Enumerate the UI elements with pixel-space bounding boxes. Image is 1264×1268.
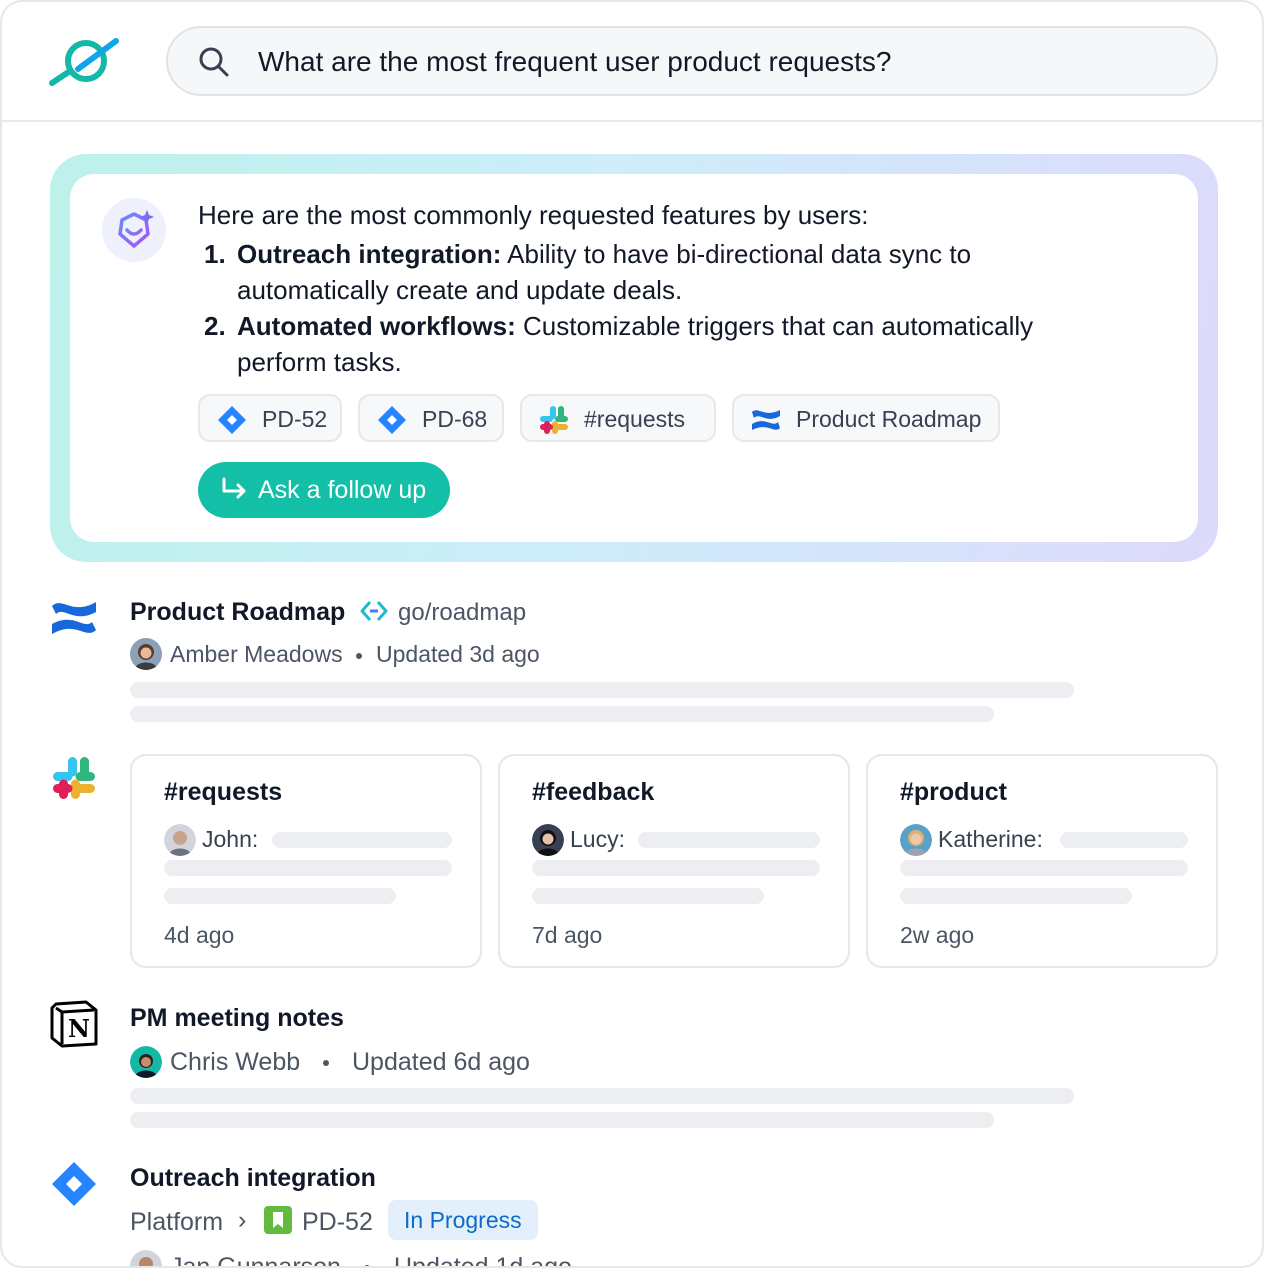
slack-channel-card-feedback[interactable]: #feedback Lucy: 7d ago bbox=[498, 754, 850, 968]
author-name: Chris Webb bbox=[170, 1048, 301, 1076]
message-time: 2w ago bbox=[900, 922, 975, 948]
message-author: Katherine: bbox=[938, 826, 1043, 852]
chip-label: Product Roadmap bbox=[796, 406, 982, 432]
item-title: Automated workflows: bbox=[237, 311, 516, 341]
ai-answer-intro: Here are the most commonly requested fea… bbox=[198, 200, 869, 230]
status-label: In Progress bbox=[404, 1207, 522, 1233]
updated-time: Updated 6d ago bbox=[352, 1048, 530, 1076]
ai-answer-panel: Here are the most commonly requested fea… bbox=[50, 154, 1218, 562]
message-placeholder bbox=[532, 860, 820, 876]
result-title-jira[interactable]: Outreach integration bbox=[130, 1164, 376, 1193]
search-input[interactable]: What are the most frequent user product … bbox=[258, 46, 891, 78]
message-placeholder bbox=[1060, 832, 1188, 848]
item-text: Customizable triggers that can automatic… bbox=[515, 311, 1034, 341]
ticket-id[interactable]: PD-52 bbox=[302, 1208, 373, 1237]
message-placeholder bbox=[164, 860, 452, 876]
source-chip-pd-68[interactable]: PD-68 bbox=[358, 394, 504, 442]
avatar bbox=[900, 824, 932, 856]
app-logo-icon[interactable] bbox=[48, 35, 120, 87]
channel-name: #product bbox=[900, 778, 1007, 806]
message-placeholder bbox=[900, 860, 1188, 876]
message-time: 7d ago bbox=[532, 922, 603, 948]
reply-arrow-icon bbox=[222, 477, 246, 499]
ask-follow-up-button[interactable]: Ask a follow up bbox=[198, 462, 450, 518]
golink-icon bbox=[360, 601, 388, 621]
chip-label: #requests bbox=[584, 406, 686, 432]
result-title-notes[interactable]: PM meeting notes bbox=[130, 1004, 344, 1033]
ai-answer-item: 1. Outreach integration: Ability to have … bbox=[198, 236, 1118, 308]
source-chip-product-roadmap[interactable]: Product Roadmap bbox=[732, 394, 1000, 442]
item-number: 2. bbox=[204, 311, 226, 341]
story-icon bbox=[264, 1206, 292, 1234]
slack-icon bbox=[53, 757, 95, 799]
message-time: 4d ago bbox=[164, 922, 235, 948]
app-window: What are the most frequent user product … bbox=[0, 0, 1264, 1268]
message-placeholder bbox=[900, 888, 1132, 904]
status-badge: In Progress bbox=[388, 1200, 538, 1240]
message-author: Lucy: bbox=[570, 826, 625, 852]
sparkle-heart-icon bbox=[118, 210, 154, 248]
avatar bbox=[164, 824, 196, 856]
item-title: Outreach integration: bbox=[237, 239, 502, 269]
meta-separator bbox=[323, 1060, 329, 1066]
item-text-continued: automatically create and update deals. bbox=[237, 275, 683, 305]
author-name: Jan Gunnarson bbox=[170, 1253, 341, 1268]
slack-icon bbox=[540, 406, 568, 434]
follow-up-label: Ask a follow up bbox=[258, 476, 427, 504]
header: What are the most frequent user product … bbox=[2, 2, 1262, 122]
confluence-icon bbox=[52, 602, 96, 634]
updated-time: Updated 3d ago bbox=[376, 641, 540, 667]
breadcrumb-separator: › bbox=[238, 1206, 247, 1234]
avatar bbox=[130, 1046, 162, 1078]
message-author: John: bbox=[202, 826, 259, 852]
source-chip-requests[interactable]: #requests bbox=[520, 394, 716, 442]
confluence-icon bbox=[752, 410, 780, 430]
ai-answer-item: 2. Automated workflows: Customizable trig… bbox=[198, 308, 1118, 380]
author-name: Amber Meadows bbox=[170, 641, 343, 667]
chip-label: PD-68 bbox=[422, 406, 488, 432]
avatar bbox=[532, 824, 564, 856]
item-text-continued: perform tasks. bbox=[237, 347, 402, 377]
content-placeholder bbox=[130, 1088, 1074, 1104]
content-placeholder bbox=[130, 682, 1074, 698]
channel-name: #requests bbox=[164, 778, 283, 806]
jira-icon bbox=[218, 406, 246, 434]
breadcrumb-project[interactable]: Platform bbox=[130, 1208, 223, 1237]
item-text: Ability to have bi-directional data sync… bbox=[501, 239, 972, 269]
notion-icon: N bbox=[50, 1000, 98, 1048]
search-icon bbox=[199, 47, 229, 77]
avatar bbox=[130, 638, 162, 670]
search-bar[interactable]: What are the most frequent user product … bbox=[166, 26, 1218, 96]
updated-time: Updated 1d ago bbox=[394, 1253, 572, 1268]
jira-icon bbox=[52, 1162, 96, 1206]
golink-label[interactable]: go/roadmap bbox=[398, 599, 526, 627]
source-chip-pd-52[interactable]: PD-52 bbox=[198, 394, 342, 442]
message-placeholder bbox=[272, 832, 452, 848]
ai-answer-card: Here are the most commonly requested fea… bbox=[70, 174, 1198, 542]
jira-icon bbox=[378, 406, 406, 434]
slack-channel-card-requests[interactable]: #requests John: 4d ago bbox=[130, 754, 482, 968]
chip-label: PD-52 bbox=[262, 406, 328, 432]
avatar bbox=[130, 1250, 162, 1266]
item-number: 1. bbox=[204, 239, 226, 269]
content-placeholder bbox=[130, 706, 994, 722]
message-placeholder bbox=[638, 832, 820, 848]
message-placeholder bbox=[164, 888, 396, 904]
slack-channel-card-product[interactable]: #product Katherine: 2w ago bbox=[866, 754, 1218, 968]
ai-assistant-avatar bbox=[102, 198, 166, 262]
meta-separator bbox=[356, 653, 362, 659]
result-title-roadmap[interactable]: Product Roadmap bbox=[130, 598, 345, 627]
message-placeholder bbox=[532, 888, 764, 904]
channel-name: #feedback bbox=[532, 778, 655, 806]
svg-text:N: N bbox=[68, 1014, 90, 1043]
content-placeholder bbox=[130, 1112, 994, 1128]
ai-answer-list: 1. Outreach integration: Ability to have … bbox=[198, 236, 1118, 380]
